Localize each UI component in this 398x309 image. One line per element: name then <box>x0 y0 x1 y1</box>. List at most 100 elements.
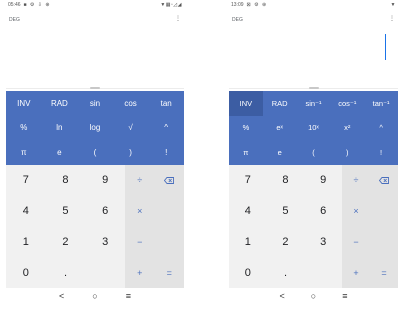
digit-0-key[interactable]: 0 <box>229 257 267 288</box>
back-icon[interactable]: < <box>280 291 285 301</box>
backspace-key[interactable] <box>370 165 398 196</box>
navigation-bar: < ○ ≡ <box>6 288 184 304</box>
calculator-screen-left: 05:46 ■ ⚙ ⇩ ⊕ ▼▦▫◿◢ DEG ⋮ INV RAD sin co… <box>6 0 184 304</box>
digit-7-key[interactable]: 7 <box>6 165 46 196</box>
inv-key[interactable]: INV <box>229 91 263 116</box>
empty-op-slot <box>370 196 398 227</box>
arccos-key[interactable]: cos⁻¹ <box>330 91 364 116</box>
angle-mode-indicator: DEG <box>232 17 243 23</box>
add-key[interactable]: + <box>342 257 370 288</box>
calculator-screen-right: 13:09 ⊠ ⚙ ⊕ ▼ DEG ⋮ INV RAD sin⁻¹ cos⁻¹ … <box>229 0 398 304</box>
backspace-icon <box>164 176 175 184</box>
close-paren-key[interactable]: ) <box>113 140 149 165</box>
digit-9-key[interactable]: 9 <box>85 165 125 196</box>
drag-handle-bar <box>308 87 319 89</box>
e-key[interactable]: e <box>42 140 78 165</box>
more-options-icon[interactable]: ⋮ <box>389 16 395 22</box>
equals-key[interactable]: = <box>155 257 185 288</box>
e-key[interactable]: e <box>263 140 297 165</box>
recents-icon[interactable]: ≡ <box>126 291 131 301</box>
system-status-icons: ▼▦▫◿◢ <box>160 2 182 8</box>
operator-panel: ÷ × − + = <box>125 165 184 288</box>
digit-4-key[interactable]: 4 <box>229 196 267 227</box>
digit-3-key[interactable]: 3 <box>304 227 342 258</box>
empty-op-slot <box>370 227 398 258</box>
calculator-display[interactable]: DEG ⋮ <box>6 10 184 89</box>
add-key[interactable]: + <box>125 257 155 288</box>
factorial-key[interactable]: ! <box>364 140 398 165</box>
digit-2-key[interactable]: 2 <box>267 227 305 258</box>
square-key[interactable]: x² <box>330 116 364 141</box>
percent-key[interactable]: % <box>229 116 263 141</box>
arctan-key[interactable]: tan⁻¹ <box>364 91 398 116</box>
equals-key[interactable]: = <box>370 257 398 288</box>
navigation-bar: < ○ ≡ <box>229 288 398 304</box>
number-pad: 7 8 9 4 5 6 1 2 3 0 . <box>229 165 342 288</box>
notification-icons: ■ ⚙ ⇩ ⊕ <box>23 2 51 8</box>
number-pad: 7 8 9 4 5 6 1 2 3 0 . <box>6 165 125 288</box>
empty-op-slot <box>155 196 185 227</box>
recents-icon[interactable]: ≡ <box>342 291 347 301</box>
sin-key[interactable]: sin <box>77 91 113 116</box>
ten-power-key[interactable]: 10ˣ <box>297 116 331 141</box>
empty-op-slot <box>155 227 185 258</box>
divide-key[interactable]: ÷ <box>125 165 155 196</box>
more-options-icon[interactable]: ⋮ <box>175 16 181 22</box>
digit-8-key[interactable]: 8 <box>46 165 86 196</box>
digit-8-key[interactable]: 8 <box>267 165 305 196</box>
status-bar: 05:46 ■ ⚙ ⇩ ⊕ ▼▦▫◿◢ <box>6 0 184 10</box>
close-paren-key[interactable]: ) <box>330 140 364 165</box>
scientific-panel: INV RAD sin cos tan % ln log √ ^ π e ( )… <box>6 91 184 165</box>
inv-key[interactable]: INV <box>6 91 42 116</box>
digit-6-key[interactable]: 6 <box>304 196 342 227</box>
rad-key[interactable]: RAD <box>42 91 78 116</box>
home-icon[interactable]: ○ <box>92 291 97 301</box>
open-paren-key[interactable]: ( <box>297 140 331 165</box>
ln-key[interactable]: ln <box>42 116 78 141</box>
divide-key[interactable]: ÷ <box>342 165 370 196</box>
digit-5-key[interactable]: 5 <box>267 196 305 227</box>
pi-key[interactable]: π <box>6 140 42 165</box>
decimal-key[interactable]: . <box>46 257 86 288</box>
pi-key[interactable]: π <box>229 140 263 165</box>
percent-key[interactable]: % <box>6 116 42 141</box>
rad-key[interactable]: RAD <box>263 91 297 116</box>
status-bar: 13:09 ⊠ ⚙ ⊕ ▼ <box>229 0 398 10</box>
multiply-key[interactable]: × <box>342 196 370 227</box>
sqrt-key[interactable]: √ <box>113 116 149 141</box>
digit-1-key[interactable]: 1 <box>229 227 267 258</box>
back-icon[interactable]: < <box>59 291 64 301</box>
status-time: 05:46 <box>8 2 21 8</box>
scientific-panel: INV RAD sin⁻¹ cos⁻¹ tan⁻¹ % eˣ 10ˣ x² ^ … <box>229 91 398 165</box>
open-paren-key[interactable]: ( <box>77 140 113 165</box>
digit-9-key[interactable]: 9 <box>304 165 342 196</box>
empty-key <box>85 257 125 288</box>
cos-key[interactable]: cos <box>113 91 149 116</box>
exp-key[interactable]: eˣ <box>263 116 297 141</box>
multiply-key[interactable]: × <box>125 196 155 227</box>
digit-1-key[interactable]: 1 <box>6 227 46 258</box>
home-icon[interactable]: ○ <box>311 291 316 301</box>
subtract-key[interactable]: − <box>342 227 370 258</box>
backspace-key[interactable] <box>155 165 185 196</box>
empty-key <box>304 257 342 288</box>
digit-3-key[interactable]: 3 <box>85 227 125 258</box>
drag-handle-bar <box>90 87 100 89</box>
decimal-key[interactable]: . <box>267 257 305 288</box>
digit-6-key[interactable]: 6 <box>85 196 125 227</box>
system-status-icons: ▼ <box>390 2 396 8</box>
factorial-key[interactable]: ! <box>148 140 184 165</box>
arcsin-key[interactable]: sin⁻¹ <box>297 91 331 116</box>
power-key[interactable]: ^ <box>148 116 184 141</box>
digit-0-key[interactable]: 0 <box>6 257 46 288</box>
digit-2-key[interactable]: 2 <box>46 227 86 258</box>
calculator-display[interactable]: DEG ⋮ <box>229 10 398 89</box>
subtract-key[interactable]: − <box>125 227 155 258</box>
digit-7-key[interactable]: 7 <box>229 165 267 196</box>
tan-key[interactable]: tan <box>148 91 184 116</box>
log-key[interactable]: log <box>77 116 113 141</box>
power-key[interactable]: ^ <box>364 116 398 141</box>
status-time: 13:09 <box>231 2 244 8</box>
digit-5-key[interactable]: 5 <box>46 196 86 227</box>
digit-4-key[interactable]: 4 <box>6 196 46 227</box>
